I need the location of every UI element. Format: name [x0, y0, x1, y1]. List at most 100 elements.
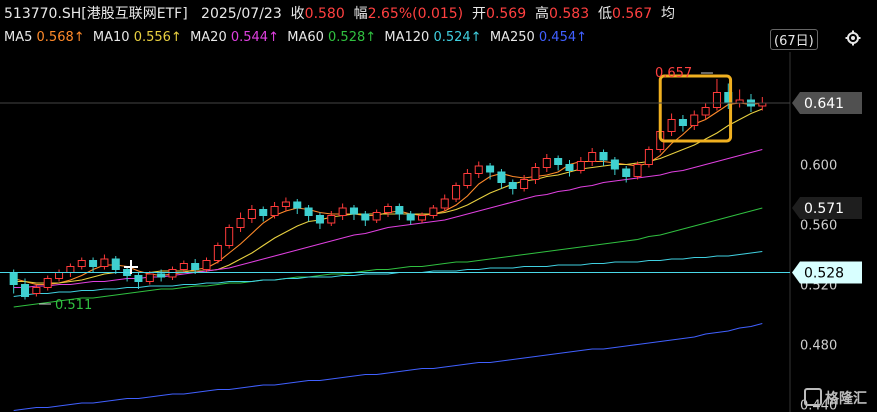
close-value: 0.580 — [304, 6, 345, 22]
chart-window: 513770.SH[港股互联网ETF] 2025/07/23 收0.580 幅2… — [0, 0, 877, 412]
ma-line-ma60 — [13, 207, 763, 308]
ma-line-ma5 — [13, 102, 763, 286]
candle-body — [701, 107, 710, 116]
candle-body — [712, 92, 721, 108]
symbol-name: 513770.SH[港股互联网ETF] — [4, 6, 188, 22]
ma-legend-value: 0.524↑ — [433, 30, 482, 45]
candle-body — [111, 258, 120, 270]
candle-body — [474, 165, 483, 174]
price-tag-label: 0.641 — [804, 96, 844, 112]
ma-legend-label: MA250 — [489, 30, 539, 45]
candle-body — [690, 114, 699, 126]
candle-body — [588, 152, 597, 162]
candle-body — [145, 273, 154, 282]
candle-body — [678, 119, 687, 126]
change-label: 幅 — [353, 6, 368, 22]
candle-body — [372, 212, 381, 221]
candle-body — [293, 201, 302, 209]
ma-legend-label: MA10 — [92, 30, 134, 45]
ma-legend-value: 0.556↑ — [133, 30, 182, 45]
high-price-annotation: 0.657 — [655, 66, 692, 81]
candle-body — [508, 182, 517, 189]
ma-legend-value: 0.528↑ — [328, 30, 377, 45]
ma-legend-label: MA20 — [190, 30, 231, 45]
candle-body — [565, 164, 574, 171]
candle-body — [644, 149, 653, 165]
candle-body — [9, 272, 18, 285]
ma-line-ma10 — [13, 108, 763, 284]
high-value: 0.583 — [549, 6, 590, 22]
candle-body — [531, 167, 540, 180]
candle-body — [610, 159, 619, 170]
candle-body — [55, 272, 64, 279]
candle-body — [270, 206, 279, 216]
candle-body — [236, 218, 245, 228]
candle-body — [338, 207, 347, 216]
candle-body — [622, 168, 631, 177]
low-value: 0.567 — [612, 6, 653, 22]
candle-body — [202, 260, 211, 270]
price-tag-label: 0.571 — [804, 201, 844, 217]
candle-body — [191, 263, 200, 270]
period-selector[interactable]: (67日) — [770, 29, 818, 50]
high-label: 高 — [535, 6, 550, 22]
watermark-text: 格隆汇 — [825, 391, 867, 407]
candle-body — [383, 206, 393, 213]
low-label: 低 — [598, 6, 613, 22]
open-value: 0.569 — [486, 6, 527, 22]
y-tick-label: 0.600 — [800, 159, 837, 174]
price-tag-label: 0.528 — [804, 266, 844, 282]
candle-body — [281, 201, 290, 207]
ma-legend-value: 0.544↑ — [230, 30, 279, 45]
candle-body — [497, 171, 506, 183]
candle-body — [225, 227, 234, 246]
candle-body — [486, 165, 495, 173]
candle-body — [395, 206, 404, 215]
candle-body — [20, 284, 30, 297]
candle-body — [213, 245, 222, 261]
candle-body — [134, 275, 143, 282]
open-label: 开 — [472, 6, 487, 22]
candle-body — [247, 209, 256, 219]
y-tick-label: 0.560 — [800, 219, 837, 234]
candle-body — [43, 278, 52, 288]
ma-legend: MA5 0.568↑ MA10 0.556↑ MA20 0.544↑ MA60 … — [4, 30, 587, 45]
candle-body — [576, 161, 585, 171]
candle-body — [179, 263, 188, 270]
ma-legend-label: MA60 — [287, 30, 329, 45]
candle-body — [157, 273, 166, 278]
candle-body — [429, 207, 438, 216]
candle-body — [667, 119, 676, 132]
quote-header: 513770.SH[港股互联网ETF] 2025/07/23 收0.580 幅2… — [4, 3, 675, 23]
gear-icon[interactable] — [845, 30, 861, 46]
candle-body — [452, 185, 461, 200]
candle-body — [89, 260, 98, 267]
candle-body — [520, 179, 529, 189]
ma-legend-value: 0.454↑ — [538, 30, 588, 45]
close-label: 收 — [290, 6, 305, 22]
candle-body — [361, 213, 370, 221]
crosshair-cursor-icon — [124, 260, 138, 274]
candle-body — [542, 158, 551, 168]
candle-body — [440, 198, 449, 209]
y-tick-label: 0.480 — [800, 339, 837, 354]
quote-date: 2025/07/23 — [201, 6, 282, 22]
candle-body — [77, 260, 86, 267]
low-price-annotation: 0.511 — [55, 298, 92, 313]
ma-legend-value: 0.568↑ — [36, 30, 85, 45]
ma-legend-label: MA5 — [4, 30, 37, 45]
change-value: 2.65%(0.015) — [367, 6, 464, 22]
candle-body — [259, 209, 268, 216]
watermark: 格隆汇 — [804, 388, 867, 408]
candle-body — [327, 215, 336, 224]
ma-legend-label: MA120 — [384, 30, 434, 45]
candle-body — [66, 266, 75, 273]
ma-line-ma250 — [13, 322, 763, 412]
candle-body — [599, 152, 608, 161]
candle-body — [32, 287, 41, 294]
candle-body — [349, 207, 358, 215]
candlestick-chart[interactable]: 0.6000.5600.5200.4800.4400.6570.5110.641… — [0, 52, 877, 412]
candle-body — [633, 164, 642, 177]
candle-body — [554, 158, 563, 165]
candle-body — [463, 173, 472, 186]
